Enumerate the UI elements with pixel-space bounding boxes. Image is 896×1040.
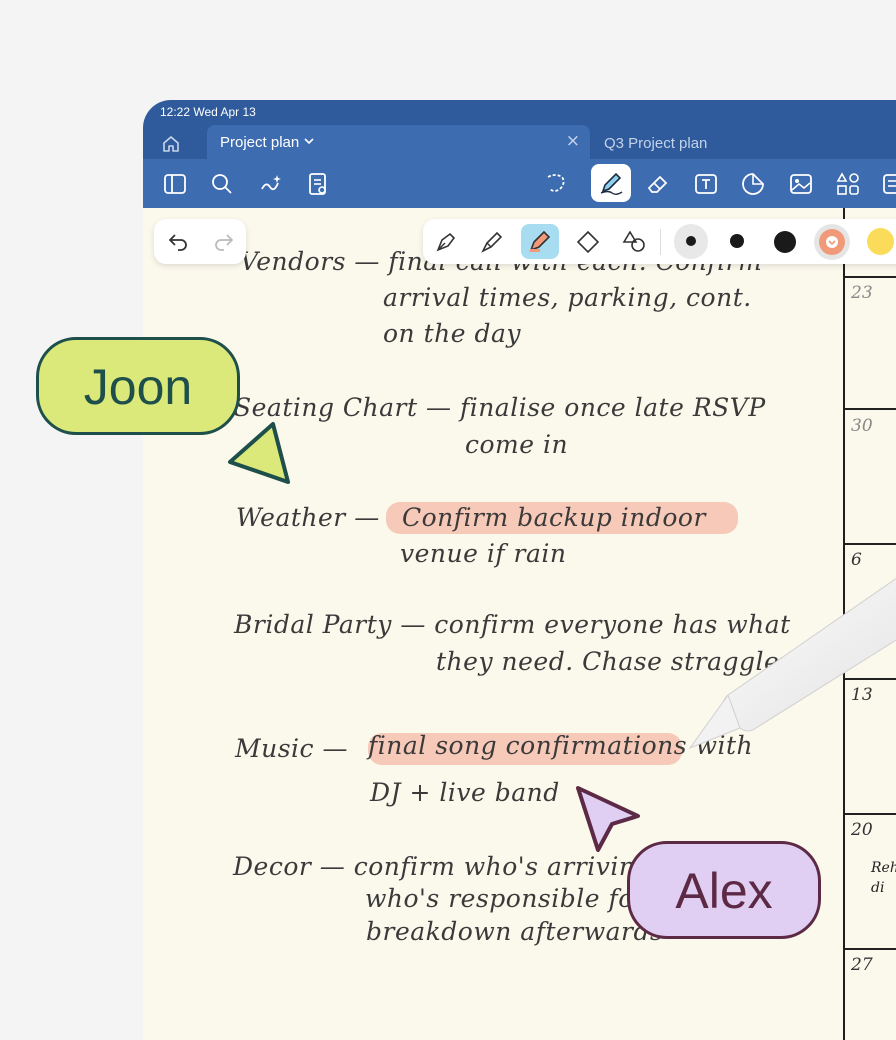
text-box-icon[interactable] [693,171,719,197]
ai-sparkle-icon[interactable] [258,171,284,197]
note-bridal-line2: they need. Chase stragglers [436,647,806,676]
tab-project-plan[interactable]: Project plan × [207,125,590,159]
image-icon[interactable] [788,171,814,197]
fountain-pen-icon[interactable] [433,229,459,255]
note-music-label: Music — [235,734,348,763]
highlighter-icon [527,228,553,254]
diamond-eraser-icon[interactable] [575,229,601,255]
note-weather-line2: venue if rain [400,539,567,568]
note-weather-line1: Confirm backup indoor [402,503,706,532]
brush-pen-icon[interactable] [479,229,505,255]
status-time-date: 12:22 Wed Apr 13 [160,105,256,119]
note-seating-line2: come in [465,430,569,459]
more-icon[interactable] [881,171,896,197]
calendar-day: 20 [851,820,873,840]
close-icon[interactable]: × [566,131,580,151]
calendar-divider [845,408,896,410]
color-swatch-yellow[interactable] [867,228,894,255]
calendar-day: 23 [851,283,873,303]
sticker-icon[interactable] [740,171,766,197]
shapes-icon[interactable] [835,171,861,197]
chevron-down-icon[interactable] [303,135,315,150]
stroke-size-small[interactable] [674,224,708,259]
color-swatch-salmon [819,229,845,255]
calendar-day: 13 [851,685,873,705]
collaborator-tag-joon: Joon [36,337,240,435]
note-decor-line3: breakdown afterwards [366,917,664,946]
home-icon[interactable] [161,134,181,154]
undo-icon[interactable] [166,229,190,253]
calendar-divider [845,948,896,950]
tab-label: Project plan [220,134,300,151]
stroke-size-large[interactable] [774,231,796,253]
note-vendors-line3: on the day [383,319,522,348]
shape-tool-icon[interactable] [621,229,647,255]
collaborator-tag-alex: Alex [627,841,821,939]
eraser-icon[interactable] [645,171,671,197]
pen-palette [423,219,896,264]
alex-cursor-icon [576,786,640,852]
sidebar-icon[interactable] [162,171,188,197]
note-music-line1: final song confirmations with [368,731,754,760]
highlighter-button[interactable] [521,224,559,259]
stroke-size-medium[interactable] [730,234,744,248]
palette-divider [660,229,661,255]
joon-cursor-icon [228,422,290,484]
calendar-day: 27 [851,955,873,975]
collaborator-name: Joon [83,359,193,415]
color-salmon-selected[interactable] [814,224,850,260]
calendar-divider [845,813,896,815]
calendar-day: 6 [851,550,862,570]
collaborator-name: Alex [675,863,773,919]
undo-redo-panel [154,219,246,264]
note-weather-label: Weather — [236,503,380,532]
calendar-strip: 23 30 6 13 20 Rehdi 27 [843,208,896,1040]
note-vendors-line2: arrival times, parking, cont. [383,283,752,312]
note-music-line2: DJ + live band [370,778,560,807]
pen-icon [598,170,624,196]
calendar-divider [845,543,896,545]
dot-small [686,236,696,246]
calendar-note: Rehdi [871,860,896,896]
calendar-day: 30 [851,416,873,436]
toolbar [143,159,896,208]
redo-icon[interactable] [212,229,236,253]
search-icon[interactable] [209,171,235,197]
pen-tool-button[interactable] [591,164,631,202]
lasso-icon[interactable] [542,171,568,197]
note-decor-line2: who's responsible for [365,884,647,913]
calendar-divider [845,276,896,278]
note-seating-line1: Seating Chart — finalise once late RSVP [234,393,766,422]
document-icon[interactable] [305,171,331,197]
note-bridal-line1: Bridal Party — confirm everyone has what [234,610,791,639]
tab-q3-project-plan[interactable]: Q3 Project plan [604,135,707,152]
calendar-divider [845,678,896,680]
